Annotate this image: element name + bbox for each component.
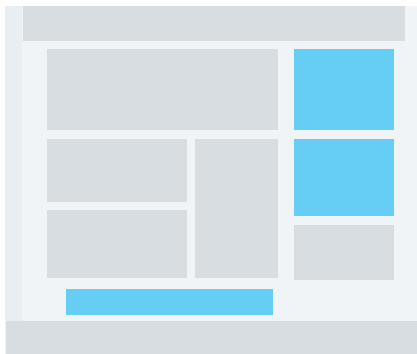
left-side-strip [5,6,22,321]
footer-bar [6,321,417,354]
action-bar[interactable] [66,289,273,315]
right-accent-block-middle [294,139,394,216]
center-tall-block [195,139,278,278]
right-accent-block-top [294,49,394,130]
header-bar [23,6,405,41]
middle-left-block [47,139,187,202]
lower-left-block [47,210,187,278]
right-grey-block [294,225,394,280]
hero-block [47,49,278,130]
